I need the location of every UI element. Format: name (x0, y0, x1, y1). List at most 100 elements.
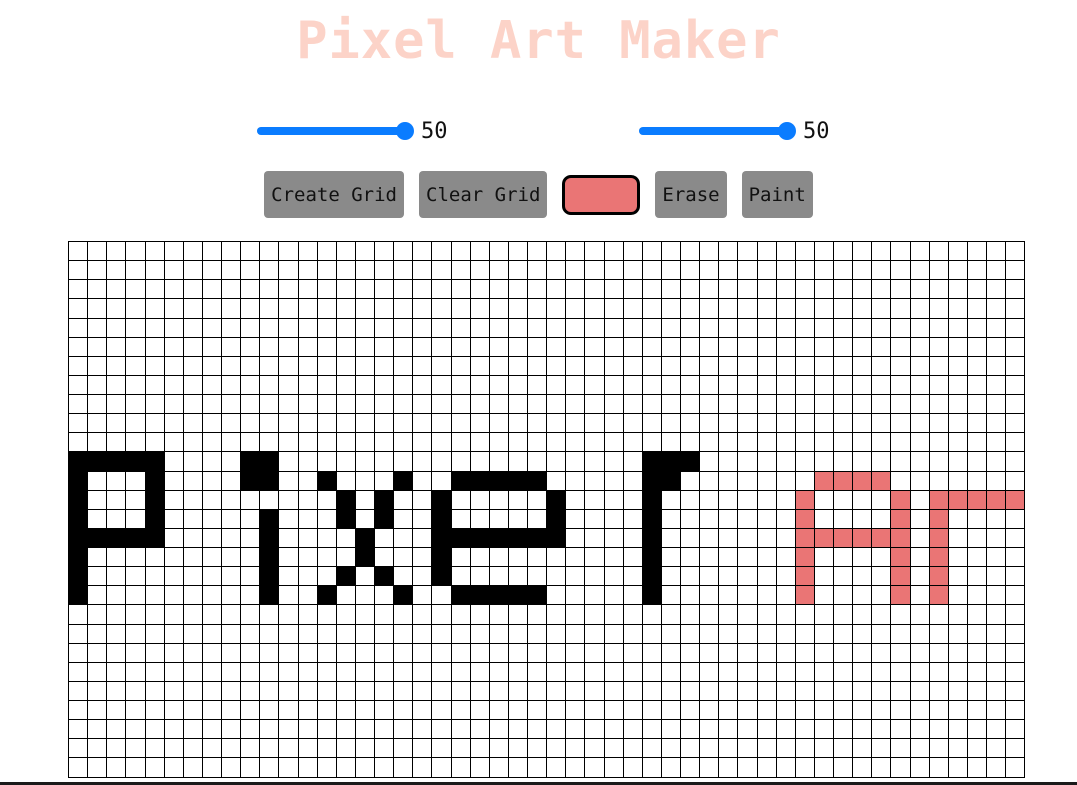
grid-cell[interactable] (317, 433, 337, 453)
grid-cell[interactable] (642, 643, 662, 663)
grid-cell[interactable] (164, 624, 184, 644)
grid-cell[interactable] (470, 471, 490, 491)
grid-cell[interactable] (814, 433, 834, 453)
grid-cell[interactable] (585, 318, 605, 338)
grid-cell[interactable] (547, 356, 567, 376)
grid-cell[interactable] (623, 643, 643, 663)
grid-cell[interactable] (681, 337, 701, 357)
grid-cell[interactable] (202, 509, 222, 529)
grid-cell[interactable] (681, 395, 701, 415)
grid-cell[interactable] (413, 414, 433, 434)
grid-cell[interactable] (948, 356, 968, 376)
grid-cell[interactable] (336, 662, 356, 682)
grid-cell[interactable] (585, 720, 605, 740)
grid-cell[interactable] (88, 337, 108, 357)
grid-cell[interactable] (987, 280, 1007, 300)
grid-cell[interactable] (528, 758, 548, 778)
grid-cell[interactable] (145, 548, 165, 568)
grid-cell[interactable] (987, 643, 1007, 663)
grid-cell[interactable] (222, 567, 242, 587)
grid-cell[interactable] (604, 375, 624, 395)
grid-cell[interactable] (164, 567, 184, 587)
grid-cell[interactable] (107, 490, 127, 510)
grid-cell[interactable] (738, 299, 758, 319)
grid-cell[interactable] (145, 624, 165, 644)
grid-cell[interactable] (661, 356, 681, 376)
grid-cell[interactable] (795, 414, 815, 434)
grid-cell[interactable] (834, 337, 854, 357)
grid-cell[interactable] (872, 356, 892, 376)
grid-cell[interactable] (987, 567, 1007, 587)
grid-cell[interactable] (241, 643, 261, 663)
grid-cell[interactable] (834, 433, 854, 453)
grid-cell[interactable] (413, 375, 433, 395)
grid-cell[interactable] (107, 471, 127, 491)
grid-cell[interactable] (317, 471, 337, 491)
grid-cell[interactable] (470, 662, 490, 682)
grid-cell[interactable] (260, 414, 280, 434)
grid-cell[interactable] (470, 624, 490, 644)
grid-cell[interactable] (738, 758, 758, 778)
grid-cell[interactable] (872, 758, 892, 778)
grid-cell[interactable] (489, 605, 509, 625)
grid-cell[interactable] (107, 758, 127, 778)
grid-cell[interactable] (470, 528, 490, 548)
grid-cell[interactable] (432, 452, 452, 472)
grid-cell[interactable] (88, 662, 108, 682)
grid-cell[interactable] (107, 414, 127, 434)
grid-cell[interactable] (853, 452, 873, 472)
grid-cell[interactable] (164, 280, 184, 300)
grid-cell[interactable] (757, 299, 777, 319)
grid-cell[interactable] (661, 662, 681, 682)
grid-cell[interactable] (183, 567, 203, 587)
grid-cell[interactable] (604, 720, 624, 740)
grid-cell[interactable] (413, 490, 433, 510)
grid-cell[interactable] (279, 299, 299, 319)
grid-cell[interactable] (317, 662, 337, 682)
grid-cell[interactable] (298, 548, 318, 568)
grid-cell[interactable] (719, 452, 739, 472)
grid-cell[interactable] (585, 490, 605, 510)
grid-cell[interactable] (719, 509, 739, 529)
grid-cell[interactable] (183, 681, 203, 701)
grid-cell[interactable] (451, 261, 471, 281)
grid-cell[interactable] (642, 586, 662, 606)
grid-cell[interactable] (623, 299, 643, 319)
grid-cell[interactable] (489, 318, 509, 338)
grid-cell[interactable] (719, 643, 739, 663)
grid-cell[interactable] (107, 509, 127, 529)
grid-cell[interactable] (834, 528, 854, 548)
grid-cell[interactable] (853, 490, 873, 510)
grid-cell[interactable] (910, 643, 930, 663)
grid-cell[interactable] (1006, 528, 1026, 548)
grid-cell[interactable] (222, 280, 242, 300)
grid-cell[interactable] (489, 643, 509, 663)
grid-cell[interactable] (834, 758, 854, 778)
grid-cell[interactable] (355, 662, 375, 682)
grid-cell[interactable] (279, 490, 299, 510)
grid-cell[interactable] (69, 337, 89, 357)
grid-cell[interactable] (69, 414, 89, 434)
grid-cell[interactable] (757, 509, 777, 529)
grid-cell[interactable] (929, 280, 949, 300)
grid-cell[interactable] (298, 490, 318, 510)
grid-cell[interactable] (164, 356, 184, 376)
grid-cell[interactable] (757, 452, 777, 472)
grid-cell[interactable] (183, 739, 203, 759)
grid-cell[interactable] (298, 299, 318, 319)
grid-cell[interactable] (891, 528, 911, 548)
grid-cell[interactable] (69, 299, 89, 319)
grid-cell[interactable] (719, 567, 739, 587)
grid-cell[interactable] (872, 299, 892, 319)
grid-cell[interactable] (891, 662, 911, 682)
grid-cell[interactable] (834, 509, 854, 529)
grid-cell[interactable] (604, 624, 624, 644)
grid-cell[interactable] (375, 548, 395, 568)
grid-cell[interactable] (681, 528, 701, 548)
grid-cell[interactable] (585, 567, 605, 587)
grid-cell[interactable] (757, 414, 777, 434)
grid-cell[interactable] (776, 624, 796, 644)
grid-cell[interactable] (891, 375, 911, 395)
grid-cell[interactable] (700, 242, 720, 262)
grid-cell[interactable] (432, 528, 452, 548)
